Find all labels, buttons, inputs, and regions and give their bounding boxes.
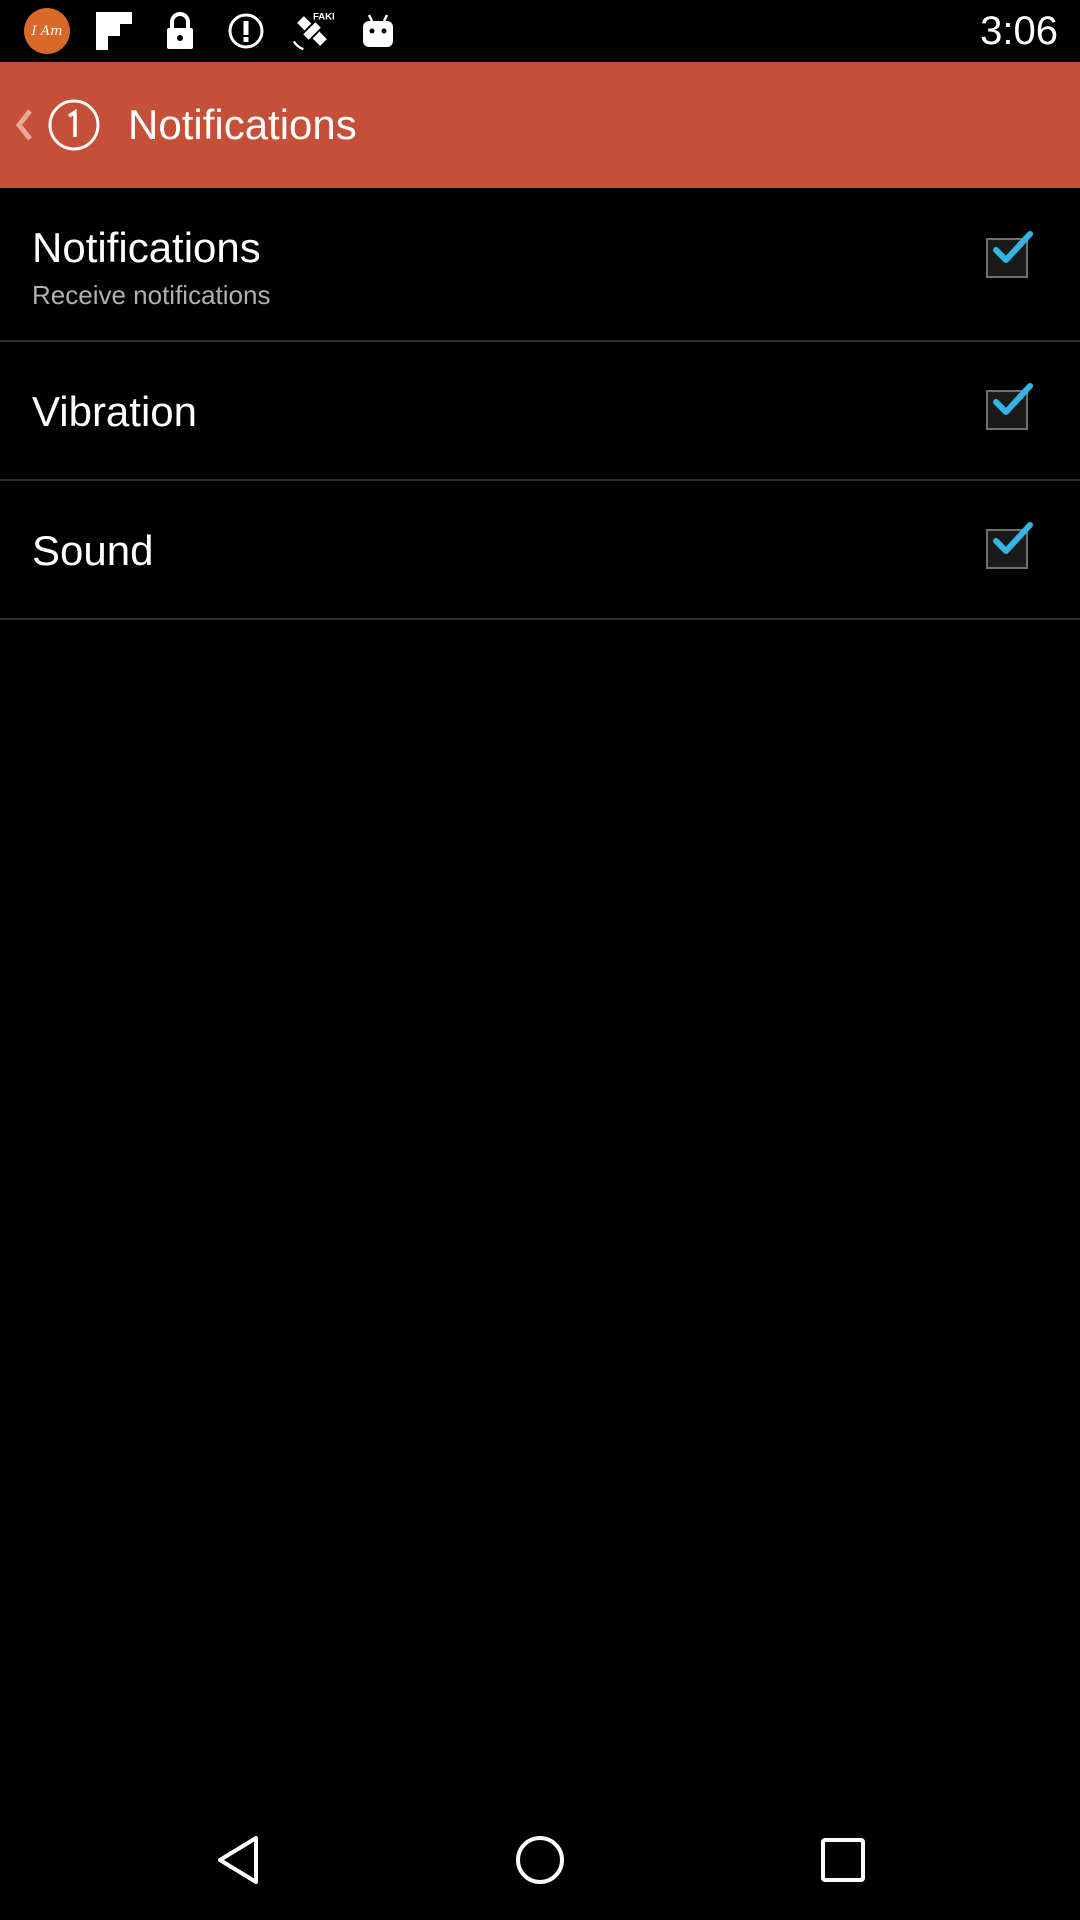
sound-checkbox[interactable]: [986, 522, 1033, 569]
pref-notifications-title: Notifications: [32, 224, 261, 271]
pref-vibration-title: Vibration: [32, 388, 198, 435]
notifications-checkbox[interactable]: [986, 231, 1033, 278]
home-icon[interactable]: [510, 1830, 570, 1890]
action-bar: Notifications: [0, 62, 1080, 188]
pref-vibration[interactable]: Vibration: [0, 342, 1080, 481]
status-notification-icons: I Am FAK: [0, 8, 400, 54]
checkmark-icon: [993, 383, 1033, 415]
page-title: Notifications: [128, 101, 357, 148]
svg-text:FAKE: FAKE: [313, 12, 334, 23]
system-nav-bar: [0, 1800, 1080, 1920]
lock-icon: [158, 9, 202, 53]
pref-sound-title: Sound: [32, 527, 154, 574]
pref-notifications[interactable]: Notifications Receive notifications: [0, 188, 1080, 342]
checkmark-icon: [993, 522, 1033, 554]
checkmark-icon: [993, 231, 1033, 263]
status-bar: I Am FAK 3:06: [0, 0, 1080, 62]
status-time: 3:06: [980, 9, 1058, 53]
chevron-left-icon: [15, 109, 32, 141]
pref-sound[interactable]: Sound: [0, 481, 1080, 620]
preference-list: Notifications Receive notifications Vibr…: [0, 188, 1080, 620]
android-icon: [356, 9, 400, 53]
app-badge-text: I Am: [31, 23, 63, 39]
recents-icon[interactable]: [813, 1830, 873, 1890]
pref-notifications-summary: Receive notifications: [32, 280, 271, 310]
up-navigation-button[interactable]: [4, 62, 44, 188]
flipboard-icon: [92, 9, 136, 53]
fake-gps-satellite-icon: FAKE: [290, 9, 334, 53]
alert-icon: [224, 9, 268, 53]
app-logo-icon[interactable]: [46, 97, 102, 153]
vibration-checkbox[interactable]: [986, 383, 1033, 430]
back-icon[interactable]: [208, 1830, 268, 1890]
app-badge-icon: I Am: [24, 8, 70, 54]
